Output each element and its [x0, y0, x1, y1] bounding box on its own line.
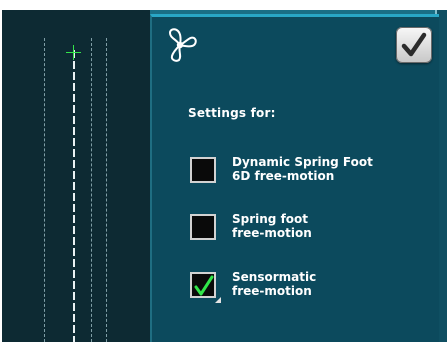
checkbox-dynamic-spring-foot[interactable]	[190, 157, 216, 183]
free-motion-settings-dialog: Settings for: Dynamic Spring Foot 6D fre…	[150, 14, 439, 342]
checkbox-sensormatic[interactable]	[190, 272, 221, 303]
checkmark-icon	[401, 32, 427, 57]
green-checkmark-icon	[194, 275, 214, 296]
guide-line	[44, 38, 45, 342]
option-label: Dynamic Spring Foot 6D free-motion	[232, 155, 373, 183]
settings-title: Settings for:	[188, 106, 276, 120]
option-spring-foot[interactable]: Spring foot free-motion	[190, 212, 430, 248]
guide-line	[91, 38, 92, 342]
option-label: Spring foot free-motion	[232, 212, 312, 240]
sewing-screen: Settings for: Dynamic Spring Foot 6D fre…	[0, 0, 447, 342]
needle-position-crosshair	[66, 45, 81, 60]
option-dynamic-spring-foot[interactable]: Dynamic Spring Foot 6D free-motion	[190, 155, 430, 191]
option-sensormatic[interactable]: Sensormatic free-motion	[190, 270, 430, 306]
sewing-field[interactable]	[2, 10, 150, 342]
selection-corner-marker	[215, 297, 221, 303]
checkbox-spring-foot[interactable]	[190, 214, 216, 240]
ok-button[interactable]	[396, 27, 432, 63]
fan-icon	[162, 27, 198, 63]
option-label: Sensormatic free-motion	[232, 270, 317, 298]
guide-line	[106, 38, 107, 342]
needle-center-line	[73, 50, 75, 342]
